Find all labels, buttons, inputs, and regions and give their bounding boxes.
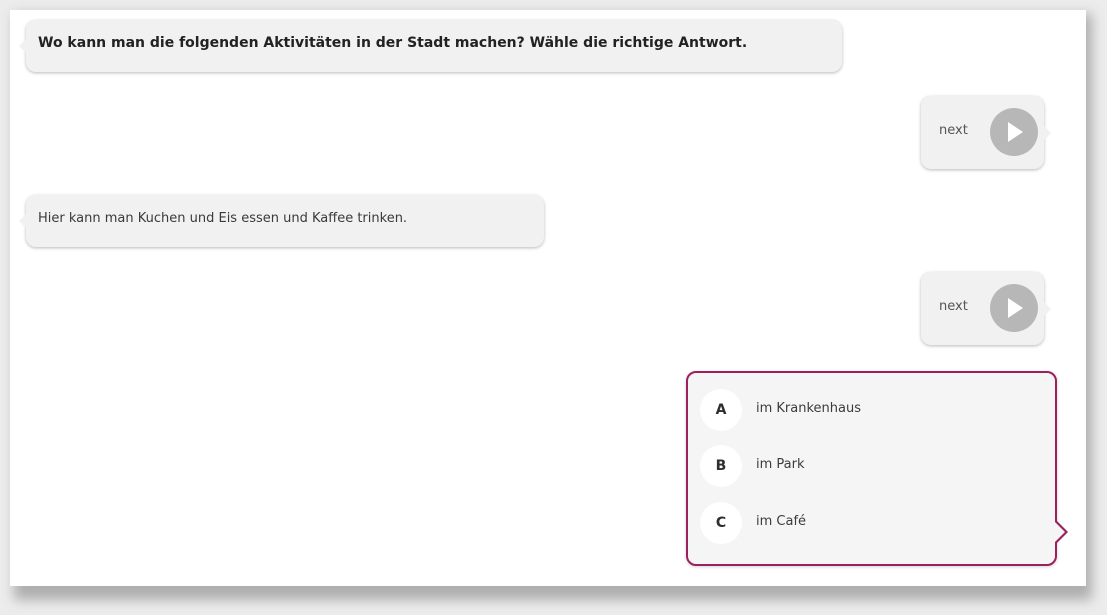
next-label: next [939, 299, 968, 314]
play-triangle [1008, 298, 1023, 318]
play-triangle [1008, 122, 1023, 142]
prompt-bubble: Hier kann man Kuchen und Eis essen und K… [26, 195, 544, 247]
question-text: Wo kann man die folgenden Aktivitäten in… [38, 35, 748, 51]
answer-option-b[interactable]: B im Park [700, 445, 1040, 489]
option-letter: B [700, 445, 742, 487]
option-text: im Park [756, 457, 805, 472]
option-text: im Café [756, 514, 807, 529]
exercise-card: Wo kann man die folgenden Aktivitäten in… [10, 10, 1086, 586]
option-letter: A [700, 389, 742, 431]
option-text: im Krankenhaus [756, 401, 862, 416]
play-icon [990, 108, 1038, 156]
question-bubble: Wo kann man die folgenden Aktivitäten in… [26, 20, 842, 72]
next-button[interactable]: next [921, 272, 1044, 345]
play-icon [990, 284, 1038, 332]
prompt-text: Hier kann man Kuchen und Eis essen und K… [38, 211, 408, 226]
answer-option-c[interactable]: C im Café [700, 502, 1040, 546]
next-button[interactable]: next [921, 96, 1044, 169]
next-label: next [939, 123, 968, 138]
option-letter: C [700, 502, 742, 544]
answer-choices: A im Krankenhaus B im Park C im Café [686, 371, 1068, 566]
answer-option-a[interactable]: A im Krankenhaus [700, 389, 1040, 433]
